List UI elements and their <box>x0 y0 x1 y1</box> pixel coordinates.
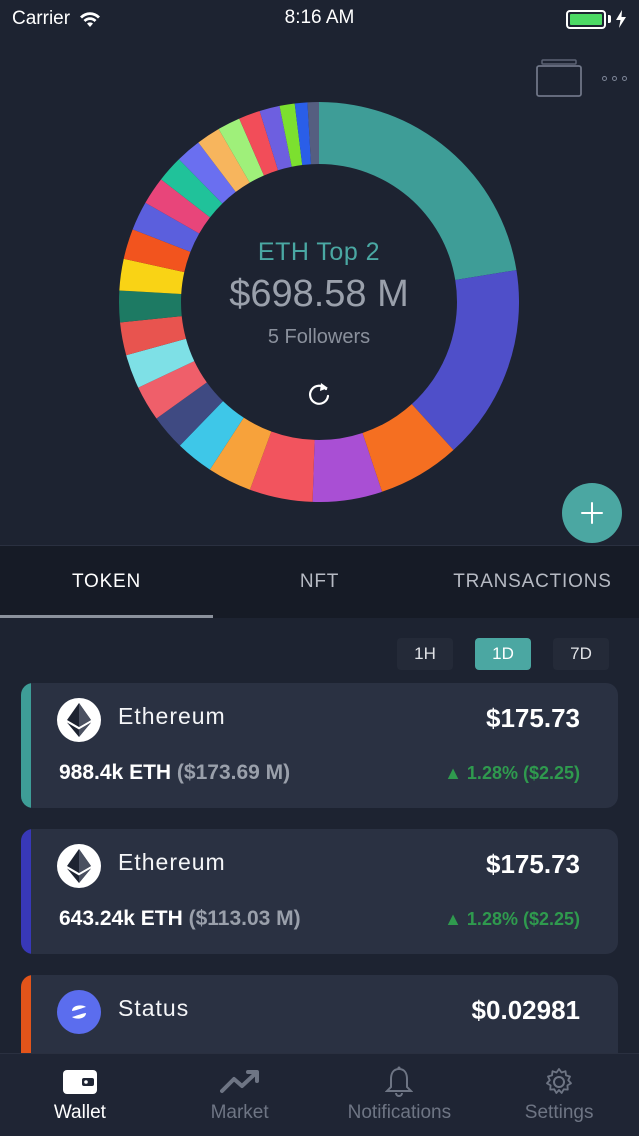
token-name: Ethereum <box>118 703 226 729</box>
range-7d-button[interactable]: 7D <box>553 638 609 670</box>
market-chart-icon <box>219 1066 260 1098</box>
plus-icon <box>581 502 603 524</box>
add-button[interactable] <box>562 483 622 543</box>
nav-notifications-label: Notifications <box>347 1102 452 1123</box>
wallet-value: $698.58 M <box>229 273 409 315</box>
carrier-group: Carrier <box>12 8 102 30</box>
donut-center-info: ETH Top 2 $698.58 M 5 Followers <box>119 238 519 349</box>
wallet-followers: 5 Followers <box>267 326 371 348</box>
token-change: ▲ 1.28% ($2.25) <box>444 763 580 783</box>
time-range-selector: 1H 1D 7D <box>397 638 609 670</box>
refresh-icon[interactable] <box>305 380 333 408</box>
token-price: $0.02981 <box>471 995 580 1025</box>
wallet-name: ETH Top 2 <box>257 238 381 266</box>
nav-settings[interactable]: Settings <box>479 1054 639 1136</box>
nav-market-label: Market <box>210 1102 269 1123</box>
wallet-icon <box>60 1066 100 1098</box>
nav-market[interactable]: Market <box>160 1054 320 1136</box>
battery-icon <box>566 9 606 29</box>
ethereum-icon <box>57 698 101 742</box>
token-price: $175.73 <box>486 703 580 733</box>
ethereum-icon <box>57 844 101 888</box>
token-holding-amount: 988.4k ETH <box>59 761 172 784</box>
range-1h-button[interactable]: 1H <box>397 638 453 670</box>
battery-fill <box>570 13 602 25</box>
tab-transactions[interactable]: TRANSACTIONS <box>426 546 639 618</box>
gear-icon <box>539 1066 579 1098</box>
content-tabs: TOKEN NFT TRANSACTIONS <box>0 545 639 618</box>
battery-tip <box>608 15 611 23</box>
bottom-navigation: Wallet Market Notifications Settings <box>0 1053 639 1136</box>
token-price: $175.73 <box>486 849 580 879</box>
nav-settings-label: Settings <box>524 1102 594 1123</box>
more-dots-icon[interactable] <box>602 75 627 81</box>
tab-transactions-label: TRANSACTIONS <box>453 571 612 592</box>
nav-wallet[interactable]: Wallet <box>0 1054 160 1136</box>
token-card-ethereum-2[interactable]: Ethereum $175.73 643.24k ETH ($113.03 M)… <box>21 829 618 954</box>
token-holding-usd: ($173.69 M) <box>176 761 291 784</box>
tab-token-label: TOKEN <box>71 571 142 592</box>
token-change: ▲ 1.28% ($2.25) <box>444 909 580 929</box>
token-card-ethereum-1[interactable]: Ethereum $175.73 988.4k ETH ($173.69 M) … <box>21 683 618 808</box>
range-1d-button[interactable]: 1D <box>475 638 531 670</box>
header-actions <box>536 58 627 98</box>
nav-notifications[interactable]: Notifications <box>320 1054 480 1136</box>
charging-bolt-icon <box>616 10 626 28</box>
wifi-icon <box>80 12 101 27</box>
bell-icon <box>379 1066 419 1098</box>
nav-wallet-label: Wallet <box>53 1102 106 1123</box>
carrier-label: Carrier <box>12 8 71 29</box>
token-holding-amount: 643.24k ETH <box>59 907 183 930</box>
tab-nft[interactable]: NFT <box>213 546 426 618</box>
tab-token[interactable]: TOKEN <box>0 546 213 618</box>
token-name: Ethereum <box>118 849 226 875</box>
tab-nft-label: NFT <box>299 571 340 592</box>
token-holding: 643.24k ETH ($113.03 M) <box>59 907 301 931</box>
token-holding: 988.4k ETH ($173.69 M) <box>59 761 290 785</box>
cards-icon[interactable] <box>536 58 582 98</box>
token-name: Status <box>118 995 190 1021</box>
status-bar: Carrier <box>0 0 639 38</box>
token-accent-bar <box>21 829 31 954</box>
battery-indicator <box>566 9 627 29</box>
token-holding-usd: ($113.03 M) <box>188 907 301 930</box>
status-icon <box>57 990 101 1034</box>
token-accent-bar <box>21 683 31 808</box>
